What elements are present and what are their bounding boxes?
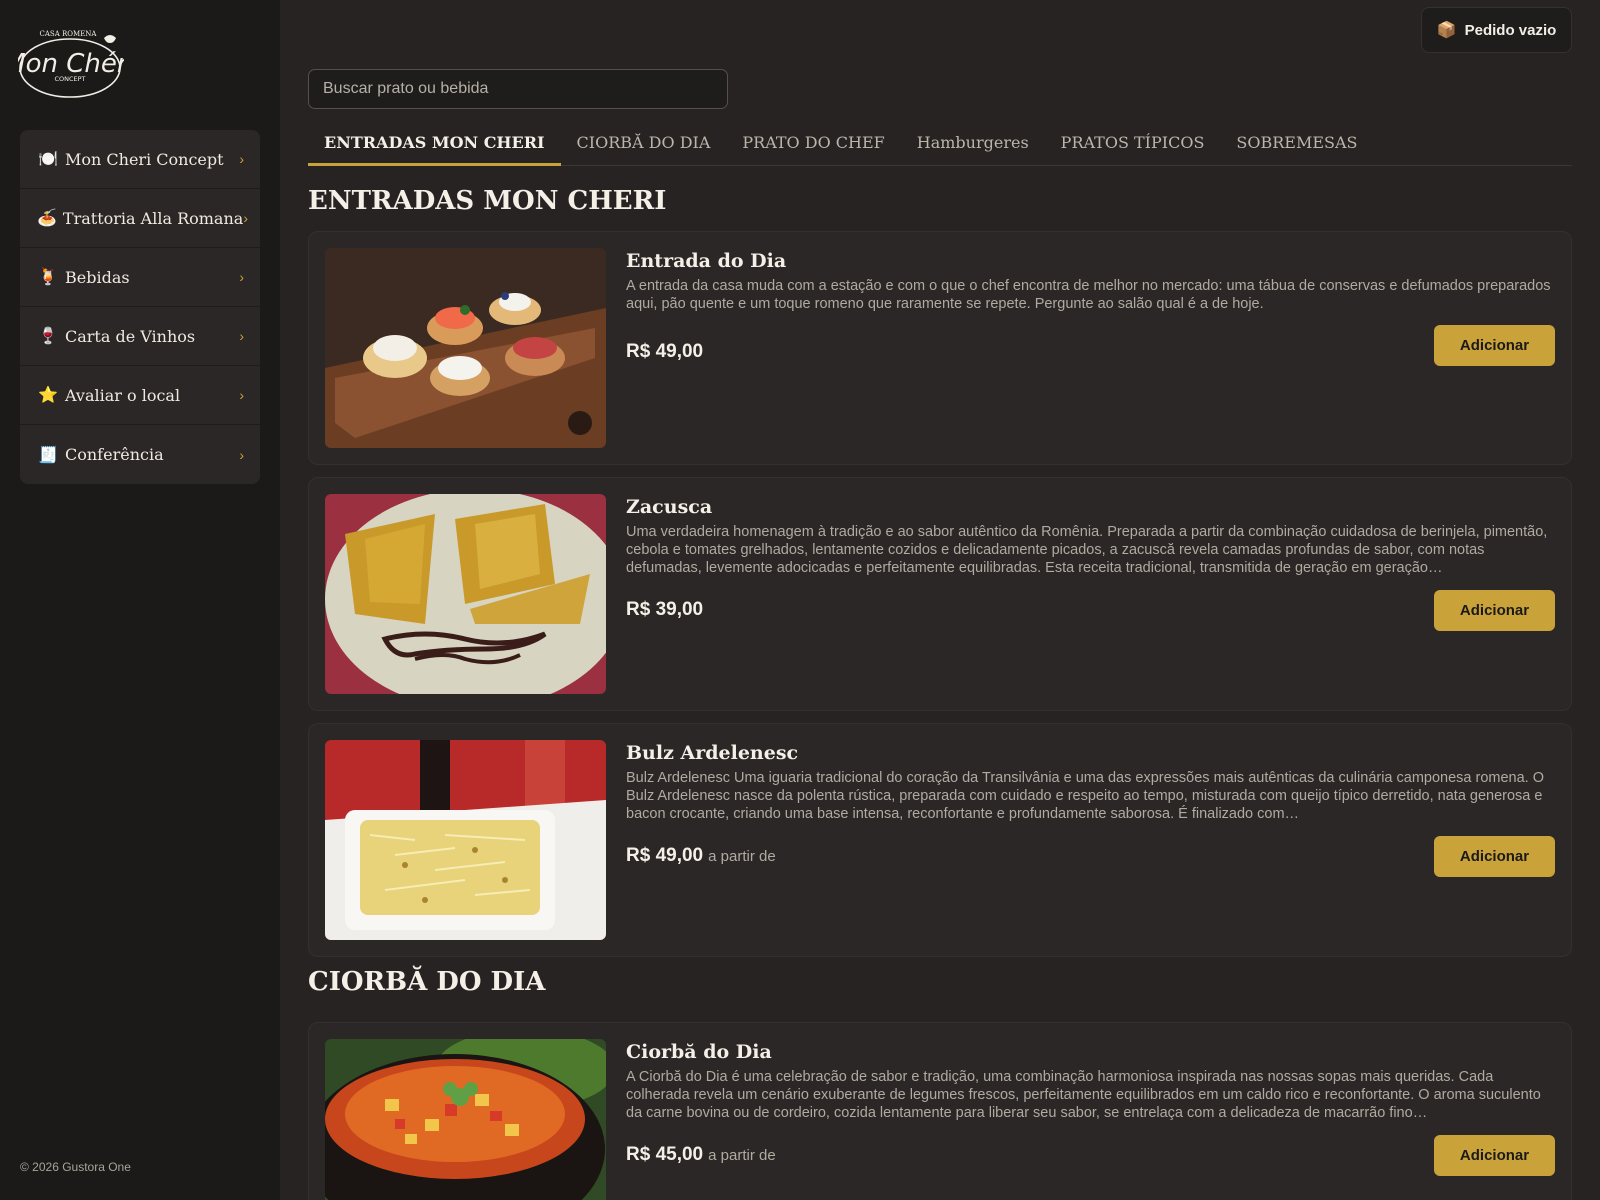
plate-icon: 🍽️ [38,151,58,168]
dish-image [325,1039,606,1200]
add-button[interactable]: Adicionar [1434,836,1555,877]
tab-entradas[interactable]: ENTRADAS MON CHERI [308,123,561,166]
wine-icon: 🍷 [38,328,58,345]
item-description: A Ciorbă do Dia é uma celebração de sabo… [626,1069,1541,1121]
price-note: a partir de [708,848,776,865]
item-price: R$ 39,00 [626,599,704,620]
sidebar-nav: 🍽️ Mon Cheri Concept › 🍝 Trattoria Alla … [20,130,260,484]
section-title: CIORBĂ DO DIA [308,967,546,997]
svg-text:CASA ROMENA: CASA ROMENA [40,30,98,38]
tab-prato-do-chef[interactable]: PRATO DO CHEF [726,123,900,166]
receipt-icon: 🧾 [38,446,58,464]
copyright: © 2026 Gustora One [20,1160,131,1174]
item-title: Zacusca [626,496,713,518]
menu-item-card[interactable]: Zacusca Uma verdadeira homenagem à tradi… [308,477,1572,711]
dish-image [325,494,606,694]
search-input[interactable] [308,69,728,109]
sidebar-item-conferencia[interactable]: 🧾 Conferência › [20,425,260,484]
dish-image [325,740,606,940]
sidebar-item-label: Conferência [65,445,164,464]
category-tabs: ENTRADAS MON CHERI CIORBĂ DO DIA PRATO D… [308,123,1572,166]
add-button[interactable]: Adicionar [1434,1135,1555,1176]
add-button[interactable]: Adicionar [1434,590,1555,631]
item-title: Bulz Ardelenesc [626,742,799,764]
item-details: Entrada do Dia A entrada da casa muda co… [626,250,1555,313]
item-price: R$ 49,00 [626,845,704,866]
price-row: R$ 49,00 a partir de [626,845,776,867]
item-title: Ciorbă do Dia [626,1041,772,1063]
sidebar-item-label: Bebidas [65,267,130,287]
star-icon: ⭐ [38,387,58,404]
order-button[interactable]: 📦 Pedido vazio [1421,7,1572,53]
chevron-right-icon: › [239,446,244,463]
price-note: a partir de [708,1147,776,1164]
sidebar-item-avaliar[interactable]: ⭐ Avaliar o local › [20,366,260,425]
chevron-right-icon: › [239,328,244,344]
item-details: Ciorbă do Dia A Ciorbă do Dia é uma cele… [626,1041,1555,1122]
sidebar-item-label: Avaliar o local [65,385,181,405]
dish-image [325,248,606,448]
chevron-right-icon: › [239,387,244,403]
sidebar: CASA ROMENA Mon Chéri CONCEPT 🍽️ Mon Che… [0,0,280,1200]
price-row: R$ 49,00 [626,341,708,363]
menu-item-card[interactable]: Bulz Ardelenesc Bulz Ardelenesc Uma igua… [308,723,1572,957]
tab-pratos-tipicos[interactable]: PRATOS TÍPICOS [1045,123,1221,166]
chevron-right-icon: › [239,269,244,285]
item-details: Zacusca Uma verdadeira homenagem à tradi… [626,496,1555,577]
item-price: R$ 45,00 [626,1144,704,1165]
add-button[interactable]: Adicionar [1434,325,1555,366]
sidebar-item-label: Mon Cheri Concept [65,149,224,169]
drink-icon: 🍹 [38,269,58,286]
sidebar-item-carta-de-vinhos[interactable]: 🍷 Carta de Vinhos › [20,307,260,366]
sidebar-item-trattoria[interactable]: 🍝 Trattoria Alla Romana › [20,189,260,248]
menu-item-card[interactable]: Ciorbă do Dia A Ciorbă do Dia é uma cele… [308,1022,1572,1200]
tab-hamburgeres[interactable]: Hamburgeres [901,123,1045,166]
item-price: R$ 49,00 [626,341,704,362]
sidebar-item-label: Trattoria Alla Romana [62,208,244,228]
item-title: Entrada do Dia [626,250,787,272]
section-title: ENTRADAS MON CHERI [308,186,667,216]
price-row: R$ 45,00 a partir de [626,1144,776,1166]
item-description: Uma verdadeira homenagem à tradição e ao… [626,524,1548,576]
menu-item-card[interactable]: Entrada do Dia A entrada da casa muda co… [308,231,1572,465]
chevron-right-icon: › [243,210,248,226]
box-icon: 📦 [1436,22,1457,39]
tab-sobremesas[interactable]: SOBREMESAS [1220,123,1373,166]
svg-text:CONCEPT: CONCEPT [54,75,85,83]
sidebar-item-mon-cheri-concept[interactable]: 🍽️ Mon Cheri Concept › [20,130,260,189]
order-button-label: Pedido vazio [1464,21,1557,39]
item-description: A entrada da casa muda com a estação e c… [626,278,1551,312]
tab-ciorba[interactable]: CIORBĂ DO DIA [561,123,727,166]
sidebar-item-bebidas[interactable]: 🍹 Bebidas › [20,248,260,307]
brand-logo[interactable]: CASA ROMENA Mon Chéri CONCEPT [3,24,136,104]
price-row: R$ 39,00 [626,599,708,621]
sidebar-item-label: Carta de Vinhos [65,326,196,346]
item-description: Bulz Ardelenesc Uma iguaria tradicional … [626,770,1545,822]
item-details: Bulz Ardelenesc Bulz Ardelenesc Uma igua… [626,742,1555,823]
pasta-icon: 🍝 [37,210,57,227]
chevron-right-icon: › [239,151,244,167]
